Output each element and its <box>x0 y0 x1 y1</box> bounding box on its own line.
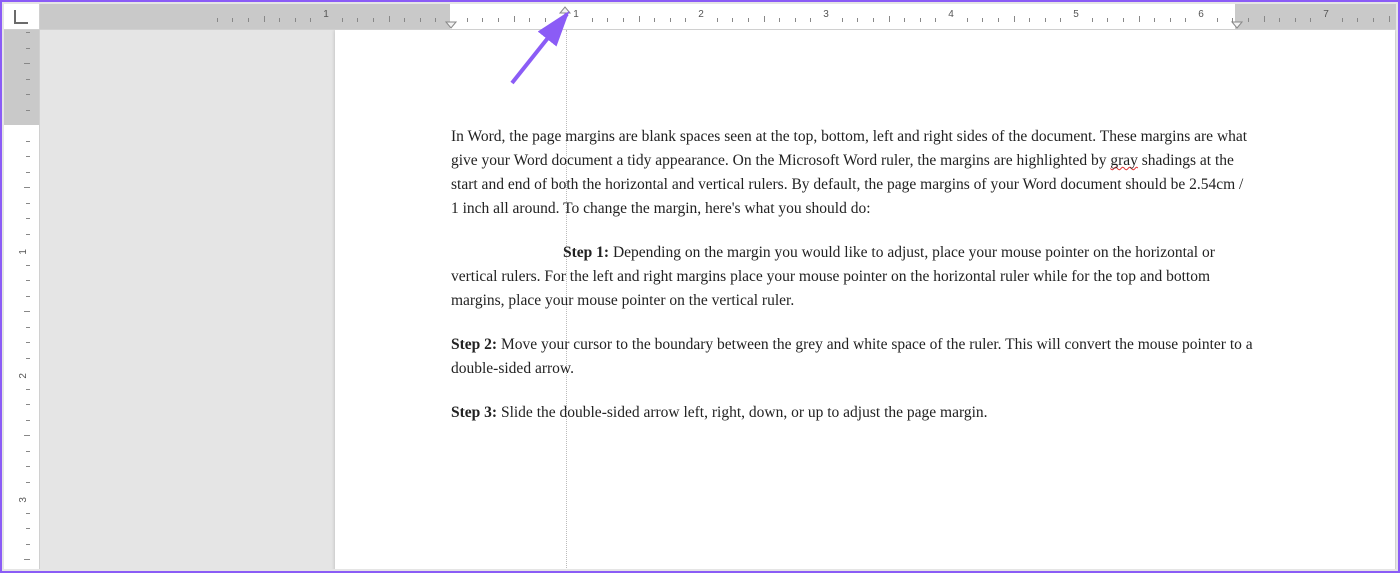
h-ruler-number: 6 <box>1198 9 1204 20</box>
v-ruler-top-margin[interactable] <box>4 30 39 125</box>
h-ruler-number: 1 <box>323 9 329 20</box>
horizontal-ruler[interactable]: 1 1 2 3 4 5 6 7 <box>40 4 1396 30</box>
h-ruler-number: 3 <box>823 9 829 20</box>
word-workspace: 1 1 2 3 4 5 6 7 1 2 3 In Word, the page margins a… <box>2 2 1398 571</box>
text-run: Move your cursor to the boundary between… <box>451 336 1253 377</box>
text-run: Slide the double-sided arrow left, right… <box>497 404 987 421</box>
h-ruler-number: 1 <box>573 9 579 20</box>
spellcheck-squiggle[interactable]: gray <box>1110 152 1138 169</box>
left-indent-marker-icon[interactable] <box>445 21 457 29</box>
h-ruler-number: 4 <box>948 9 954 20</box>
ruler-tab-selector[interactable] <box>4 4 40 30</box>
step-label: Step 1: <box>563 244 609 261</box>
vertical-ruler[interactable]: 1 2 3 <box>4 30 40 569</box>
document-page: In Word, the page margins are blank spac… <box>335 30 1395 569</box>
document-scroll-area[interactable]: In Word, the page margins are blank spac… <box>40 30 1396 569</box>
paragraph-intro: In Word, the page margins are blank spac… <box>451 125 1253 221</box>
paragraph-step-1: Step 1: Depending on the margin you woul… <box>451 241 1253 313</box>
document-body-text[interactable]: In Word, the page margins are blank spac… <box>451 125 1253 445</box>
paragraph-step-2: Step 2: Move your cursor to the boundary… <box>451 333 1253 381</box>
right-indent-marker-icon[interactable] <box>1231 21 1243 29</box>
first-line-indent-marker-icon[interactable] <box>559 6 571 14</box>
v-ruler-number: 1 <box>19 249 30 255</box>
h-ruler-number: 5 <box>1073 9 1079 20</box>
v-ruler-number: 2 <box>19 373 30 379</box>
step-label: Step 3: <box>451 404 497 421</box>
h-ruler-number: 7 <box>1323 9 1329 20</box>
h-ruler-right-margin[interactable] <box>1235 4 1396 29</box>
v-ruler-number: 3 <box>19 497 30 503</box>
step-label: Step 2: <box>451 336 497 353</box>
paragraph-step-3: Step 3: Slide the double-sided arrow lef… <box>451 401 1253 425</box>
h-ruler-number: 2 <box>698 9 704 20</box>
